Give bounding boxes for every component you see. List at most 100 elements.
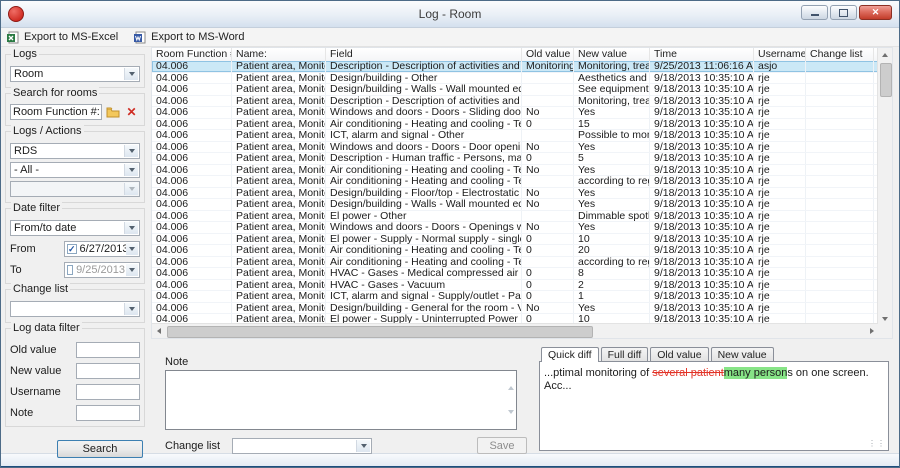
logs-select[interactable]: Room <box>10 66 140 82</box>
cell-new: Yes <box>574 188 650 199</box>
table-row[interactable]: 04.006Patient area, MonitoringDescriptio… <box>152 96 878 108</box>
to-checkbox[interactable] <box>67 265 73 275</box>
cell-name: Patient area, Monitoring <box>232 188 326 199</box>
table-row[interactable]: 04.006Patient area, MonitoringDesign/bui… <box>152 84 878 96</box>
cell-room: 04.006 <box>152 130 232 141</box>
from-label: From <box>10 243 36 255</box>
room-search-input[interactable] <box>10 104 102 120</box>
column-header[interactable]: Username <box>754 48 806 61</box>
tab-quick-diff[interactable]: Quick diff <box>541 347 599 362</box>
cell-field: Design/building - Other <box>326 73 522 84</box>
chevron-down-icon <box>126 264 138 276</box>
splitter[interactable] <box>151 339 893 347</box>
column-header[interactable]: Change list <box>806 48 874 61</box>
cell-time: 9/18/2013 10:35:10 AM <box>650 234 754 245</box>
tab-old-value[interactable]: Old value <box>650 347 708 361</box>
note-change-list-select[interactable] <box>232 438 372 454</box>
table-row[interactable]: 04.006Patient area, MonitoringWindows an… <box>152 107 878 119</box>
cell-name: Patient area, Monitoring <box>232 107 326 118</box>
cell-user: rje <box>754 84 806 95</box>
cell-user: rje <box>754 188 806 199</box>
table-row[interactable]: 04.006Patient area, MonitoringAir condit… <box>152 119 878 131</box>
username-input[interactable] <box>76 384 140 400</box>
cell-old: No <box>522 199 574 210</box>
old-value-input[interactable] <box>76 342 140 358</box>
scroll-left-icon[interactable] <box>152 324 165 338</box>
table-row[interactable]: 04.006Patient area, MonitoringDescriptio… <box>152 153 878 165</box>
table-row[interactable]: 04.006Patient area, MonitoringEl power -… <box>152 234 878 246</box>
action-select[interactable]: - All - <box>10 162 140 178</box>
cell-user: rje <box>754 291 806 302</box>
table-row[interactable]: 04.006Patient area, MonitoringEl power -… <box>152 211 878 223</box>
table-row[interactable]: 04.006Patient area, MonitoringAir condit… <box>152 257 878 269</box>
date-mode-select[interactable]: From/to date <box>10 220 140 236</box>
tab-new-value[interactable]: New value <box>711 347 774 361</box>
note-textarea[interactable] <box>165 370 517 430</box>
cell-change <box>806 245 874 256</box>
table-row[interactable]: 04.006Patient area, MonitoringHVAC - Gas… <box>152 268 878 280</box>
cell-change <box>806 211 874 222</box>
table-row[interactable]: 04.006Patient area, MonitoringAir condit… <box>152 165 878 177</box>
horizontal-scrollbar[interactable] <box>152 323 878 338</box>
table-row[interactable]: 04.006Patient area, MonitoringDesign/bui… <box>152 188 878 200</box>
vertical-scrollbar[interactable] <box>877 48 892 325</box>
maximize-button[interactable] <box>830 5 857 20</box>
toolbar: Export to MS-Excel Export to MS-Word <box>1 28 899 47</box>
to-date-picker[interactable]: 9/25/2013 <box>64 262 140 278</box>
chevron-down-icon <box>124 68 138 80</box>
column-header[interactable]: Room Function #: <box>152 48 232 61</box>
from-date-picker[interactable]: 6/27/2013 <box>64 241 140 257</box>
table-row[interactable]: 04.006Patient area, MonitoringAir condit… <box>152 245 878 257</box>
resize-grip-icon[interactable]: ⋮⋮ <box>868 439 886 449</box>
column-header[interactable]: Field <box>326 48 522 61</box>
scroll-right-icon[interactable] <box>865 324 878 338</box>
table-row[interactable]: 04.006Patient area, MonitoringDesign/bui… <box>152 303 878 315</box>
table-row[interactable]: 04.006Patient area, MonitoringDesign/bui… <box>152 73 878 85</box>
from-checkbox[interactable] <box>67 244 77 254</box>
cell-new: Yes <box>574 199 650 210</box>
export-excel-button[interactable]: Export to MS-Excel <box>7 31 118 44</box>
search-button[interactable]: Search <box>57 440 143 458</box>
table-row[interactable]: 04.006Patient area, MonitoringWindows an… <box>152 142 878 154</box>
cell-new: 8 <box>574 268 650 279</box>
logs-select-value: Room <box>14 68 43 80</box>
username-label: Username <box>10 386 61 398</box>
horizontal-scroll-thumb[interactable] <box>167 326 593 338</box>
table-row[interactable]: 04.006Patient area, MonitoringHVAC - Gas… <box>152 280 878 292</box>
cell-new: Monitoring, treatm... <box>574 96 650 107</box>
table-row[interactable]: 04.006Patient area, MonitoringICT, alarm… <box>152 130 878 142</box>
table-body: 04.006Patient area, MonitoringDescriptio… <box>152 61 878 325</box>
column-header[interactable]: Old value <box>522 48 574 61</box>
close-button[interactable]: ✕ <box>859 5 892 20</box>
table-row[interactable]: 04.006Patient area, MonitoringDescriptio… <box>152 61 878 73</box>
table-row[interactable]: 04.006Patient area, MonitoringWindows an… <box>152 222 878 234</box>
cell-time: 9/18/2013 10:35:10 AM <box>650 107 754 118</box>
table-row[interactable]: 04.006Patient area, MonitoringICT, alarm… <box>152 291 878 303</box>
log-table: Room Function #:Name:FieldOld valueNew v… <box>151 47 893 339</box>
open-room-search-button[interactable] <box>104 104 121 120</box>
table-row[interactable]: 04.006Patient area, MonitoringDesign/bui… <box>152 199 878 211</box>
cell-user: rje <box>754 245 806 256</box>
cell-time: 9/18/2013 10:35:10 AM <box>650 280 754 291</box>
column-header[interactable]: New value <box>574 48 650 61</box>
note-filter-input[interactable] <box>76 405 140 421</box>
change-list-group: Change list <box>5 289 145 323</box>
cell-change <box>806 153 874 164</box>
column-header[interactable]: Time <box>650 48 754 61</box>
log-source-select[interactable]: RDS <box>10 143 140 159</box>
vertical-scroll-thumb[interactable] <box>880 63 892 97</box>
change-list-select[interactable] <box>10 301 140 317</box>
column-header[interactable]: Name: <box>232 48 326 61</box>
tab-full-diff[interactable]: Full diff <box>601 347 649 361</box>
cell-field: Air conditioning - Heating and cooling -… <box>326 119 522 130</box>
cell-time: 9/18/2013 10:35:10 AM <box>650 199 754 210</box>
titlebar: Log - Room ✕ <box>1 1 899 28</box>
cell-new: Dimmable spotligh... <box>574 211 650 222</box>
minimize-button[interactable] <box>801 5 828 20</box>
scroll-up-icon[interactable] <box>878 48 892 61</box>
save-button[interactable]: Save <box>477 437 527 454</box>
new-value-input[interactable] <box>76 363 140 379</box>
clear-room-search-button[interactable]: ✕ <box>123 104 140 120</box>
export-word-button[interactable]: Export to MS-Word <box>134 31 244 44</box>
table-row[interactable]: 04.006Patient area, MonitoringAir condit… <box>152 176 878 188</box>
